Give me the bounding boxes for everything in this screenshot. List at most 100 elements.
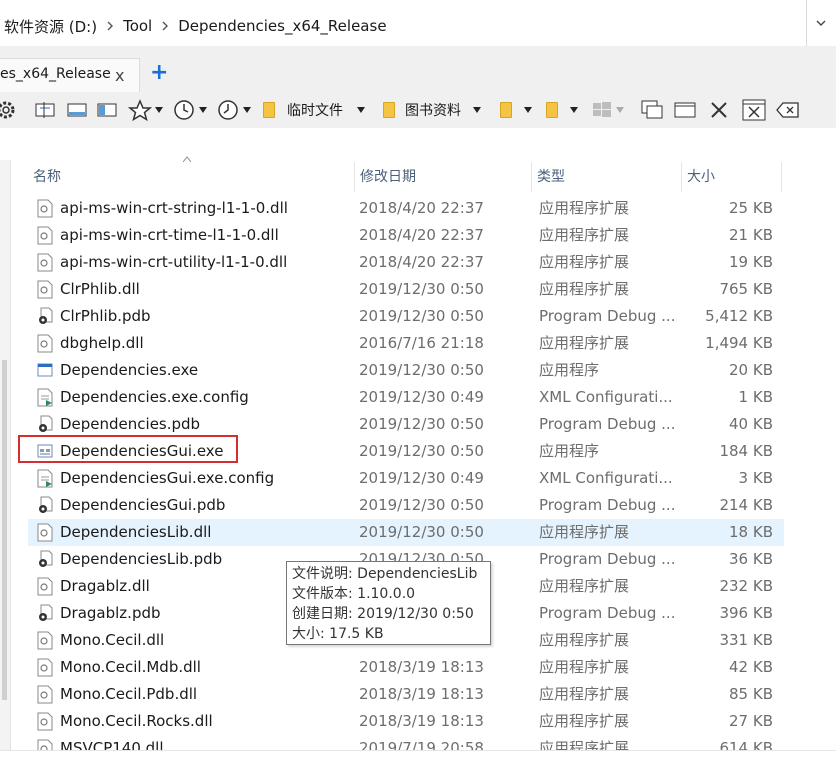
file-size: 331 KB: [719, 631, 773, 649]
breadcrumb-current-folder[interactable]: Dependencies_x64_Release: [174, 17, 390, 35]
favorites-star-icon[interactable]: [128, 98, 163, 122]
dll-icon: [37, 334, 53, 353]
tab-strip: es_x64_Release x: [0, 46, 836, 92]
folder-shortcut-3[interactable]: [500, 98, 532, 122]
dll-icon: [37, 685, 53, 704]
breadcrumb-tool[interactable]: Tool: [119, 17, 156, 35]
file-name: DependenciesGui.exe.config: [60, 469, 275, 487]
table-row[interactable]: ClrPhlib.pdb 2019/12/30 0:50 Program Debug…: [28, 303, 784, 330]
windows-icon[interactable]: [591, 98, 624, 122]
table-row[interactable]: Mono.Cecil.Pdb.dll 2018/3/19 18:13 应用程序扩展 8…: [28, 681, 784, 708]
chevron-down-icon[interactable]: [815, 17, 827, 29]
table-row[interactable]: api-ms-win-crt-time-l1-1-0.dll 2018/4/20 …: [28, 222, 784, 249]
table-row[interactable]: DependenciesGui.exe.config 2019/12/30 0:4…: [28, 465, 784, 492]
address-bar[interactable]: 软件资源 (D:) Tool Dependencies_x64_Release: [0, 0, 836, 47]
new-window-icon[interactable]: [640, 98, 664, 122]
folder-shortcut-books[interactable]: 图书资料: [383, 98, 481, 122]
navigation-pane-icon[interactable]: [96, 98, 118, 122]
table-row[interactable]: Mono.Cecil.Mdb.dll 2018/3/19 18:13 应用程序扩展 4…: [28, 654, 784, 681]
file-name: ClrPhlib.pdb: [60, 307, 151, 325]
file-date: 2019/12/30 0:50: [359, 280, 484, 298]
file-date: 2019/12/30 0:50: [359, 442, 484, 460]
column-size[interactable]: 大小: [682, 162, 782, 192]
file-date: 2018/3/19 18:13: [359, 712, 484, 730]
chevron-down-icon[interactable]: [616, 107, 624, 113]
file-name: ClrPhlib.dll: [60, 280, 140, 298]
file-size: 19 KB: [729, 253, 773, 271]
file-type: 应用程序扩展: [539, 226, 630, 244]
file-name: dbghelp.dll: [60, 334, 144, 352]
tab-current-folder[interactable]: es_x64_Release x: [0, 58, 140, 92]
file-size: 27 KB: [729, 712, 773, 730]
table-row[interactable]: DependenciesLib.dll 2019/12/30 0:50 应用程序扩展…: [28, 519, 784, 546]
table-row[interactable]: Dependencies.exe.config 2019/12/30 0:49 XM…: [28, 384, 784, 411]
file-type: 应用程序扩展: [539, 253, 630, 271]
table-row[interactable]: Mono.Cecil.Rocks.dll 2018/3/19 18:13 应用程序扩…: [28, 708, 784, 735]
file-list: api-ms-win-crt-string-l1-1-0.dll 2018/4/2…: [28, 195, 784, 762]
file-type: 应用程序扩展: [539, 199, 630, 217]
file-date: 2018/3/19 18:13: [359, 685, 484, 703]
folder-icon: [546, 102, 558, 118]
chevron-down-icon[interactable]: [155, 107, 163, 113]
chevron-right-icon[interactable]: [158, 19, 172, 33]
backspace-icon[interactable]: [775, 98, 801, 122]
file-size: 5,412 KB: [705, 307, 773, 325]
tooltip-version: 文件版本: 1.10.0.0: [292, 586, 416, 602]
file-type: Program Debug ...: [539, 307, 676, 325]
dll-icon: [37, 199, 53, 218]
table-row[interactable]: ClrPhlib.dll 2019/12/30 0:50 应用程序扩展 765 KB: [28, 276, 784, 303]
file-size: 42 KB: [729, 658, 773, 676]
close-icon[interactable]: [708, 98, 730, 122]
bottom-edge: [0, 750, 836, 766]
frequent-folders-icon[interactable]: [216, 98, 251, 122]
column-name[interactable]: 名称: [28, 162, 355, 192]
chevron-down-icon[interactable]: [199, 107, 207, 113]
details-pane-icon[interactable]: [34, 98, 56, 122]
table-row[interactable]: api-ms-win-crt-utility-l1-1-0.dll 2018/4/…: [28, 249, 784, 276]
table-row[interactable]: DependenciesGui.pdb 2019/12/30 0:50 Progra…: [28, 492, 784, 519]
file-name: Dependencies.exe: [60, 361, 199, 379]
file-size: 3 KB: [738, 469, 773, 487]
file-size: 21 KB: [729, 226, 773, 244]
file-size: 20 KB: [729, 361, 773, 379]
pdb-icon: [37, 496, 53, 515]
column-type[interactable]: 类型: [532, 162, 682, 192]
file-type: 应用程序扩展: [539, 577, 630, 595]
folder-icon: [263, 102, 275, 118]
file-name: api-ms-win-crt-utility-l1-1-0.dll: [60, 253, 288, 271]
scrollbar-thumb[interactable]: [2, 360, 7, 700]
file-size: 765 KB: [719, 280, 773, 298]
chevron-right-icon[interactable]: [103, 19, 117, 33]
table-row[interactable]: dbghelp.dll 2016/7/16 21:18 应用程序扩展 1,494 KB: [28, 330, 784, 357]
column-date[interactable]: 修改日期: [355, 162, 532, 192]
file-date: 2019/12/30 0:50: [359, 415, 484, 433]
folder-shortcut-temp[interactable]: 临时文件: [263, 98, 365, 122]
chevron-down-icon[interactable]: [243, 107, 251, 113]
folder-shortcut-4[interactable]: [546, 98, 578, 122]
table-row[interactable]: Dependencies.exe 2019/12/30 0:50 应用程序 20 KB: [28, 357, 784, 384]
file-name: Dependencies.pdb: [60, 415, 201, 433]
preview-pane-icon[interactable]: [66, 98, 88, 122]
navigation-scrollbar[interactable]: [0, 160, 11, 765]
file-name: DependenciesGui.pdb: [60, 496, 226, 514]
table-row[interactable]: api-ms-win-crt-string-l1-1-0.dll 2018/4/2…: [28, 195, 784, 222]
file-date: 2016/7/16 21:18: [359, 334, 484, 352]
close-window-icon[interactable]: [741, 98, 767, 122]
recent-history-icon[interactable]: [172, 98, 207, 122]
breadcrumb-drive[interactable]: 软件资源 (D:): [0, 16, 101, 37]
tooltip-description: 文件说明: DependenciesLib: [292, 566, 478, 582]
chevron-down-icon[interactable]: [570, 107, 578, 113]
file-type: 应用程序扩展: [539, 712, 630, 730]
settings-gear-icon[interactable]: [0, 98, 20, 122]
file-type: XML Configurati...: [539, 388, 673, 406]
chevron-down-icon[interactable]: [524, 107, 532, 113]
table-row[interactable]: Dependencies.pdb 2019/12/30 0:50 Program D…: [28, 411, 784, 438]
chevron-down-icon[interactable]: [357, 107, 365, 113]
file-type: 应用程序: [539, 442, 600, 460]
single-window-icon[interactable]: [673, 98, 697, 122]
add-tab-icon[interactable]: +: [150, 62, 168, 84]
tab-close-icon[interactable]: x: [115, 66, 124, 85]
chevron-down-icon[interactable]: [473, 107, 481, 113]
pdb-icon: [37, 604, 53, 623]
file-type: XML Configurati...: [539, 469, 673, 487]
